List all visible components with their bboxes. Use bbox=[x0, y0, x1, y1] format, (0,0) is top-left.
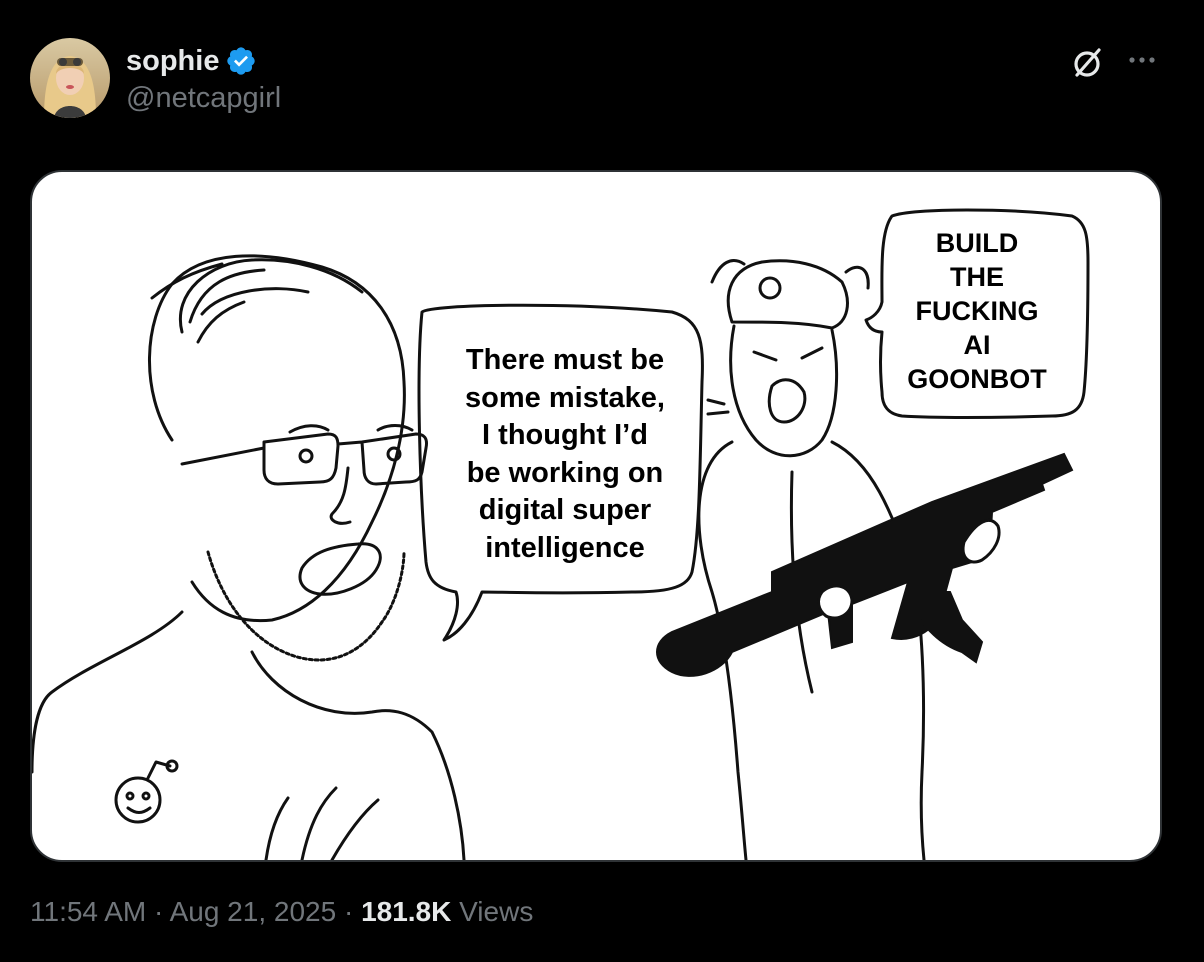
views-count[interactable]: 181.8K bbox=[361, 896, 451, 927]
tweet-time[interactable]: 11:54 AM bbox=[30, 896, 146, 927]
meta-separator: · bbox=[336, 896, 362, 927]
rifle bbox=[656, 452, 1074, 677]
tweet: sophie @netcapgirl There must be some mi… bbox=[0, 0, 1204, 962]
avatar[interactable] bbox=[30, 38, 110, 118]
right-man-face bbox=[729, 324, 839, 458]
left-man-body bbox=[32, 610, 466, 860]
tweet-date[interactable]: Aug 21, 2025 bbox=[170, 896, 337, 927]
avatar-image bbox=[30, 38, 110, 118]
speech-bubble-right-text: BUILD THE FUCKING AI GOONBOT bbox=[907, 228, 1047, 394]
display-name-row: sophie bbox=[126, 42, 281, 80]
verified-badge-icon bbox=[225, 45, 257, 77]
more-options-icon[interactable] bbox=[1122, 42, 1162, 82]
author-handle[interactable]: @netcapgirl bbox=[126, 82, 281, 115]
meta-separator: · bbox=[146, 896, 170, 927]
tweet-header: sophie @netcapgirl bbox=[30, 38, 1174, 120]
left-man-head bbox=[148, 254, 406, 623]
tweet-metadata: 11:54 AM · Aug 21, 2025 · 181.8K Views bbox=[30, 896, 533, 928]
tweet-media-image[interactable]: There must be some mistake, I thought I’… bbox=[30, 170, 1162, 862]
grok-icon[interactable] bbox=[1068, 42, 1108, 82]
views-label: Views bbox=[451, 896, 534, 927]
left-man-mouth bbox=[298, 542, 382, 596]
display-name[interactable]: sophie bbox=[126, 45, 219, 78]
author-names: sophie @netcapgirl bbox=[126, 42, 281, 115]
right-man-hat bbox=[726, 259, 849, 330]
speech-bubble-left-text: There must be some mistake, I thought I’… bbox=[465, 344, 665, 564]
